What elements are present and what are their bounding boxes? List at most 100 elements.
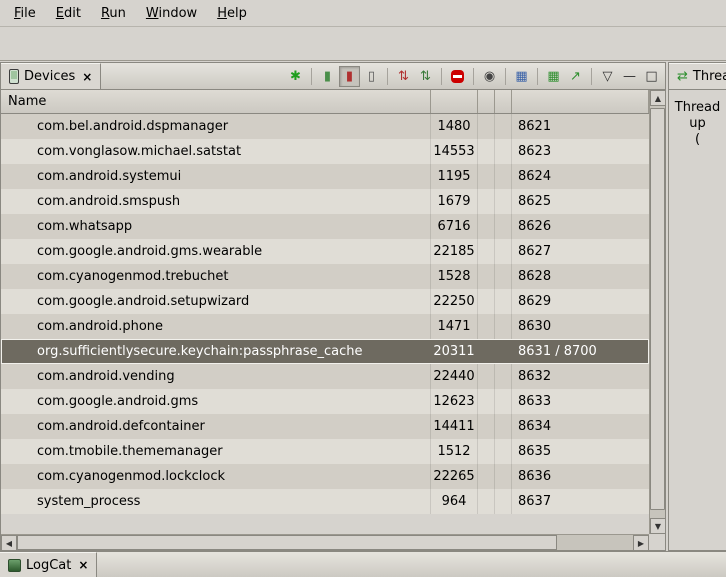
- table-row[interactable]: org.sufficientlysecure.keychain:passphra…: [1, 339, 649, 364]
- table-row[interactable]: system_process9648637: [1, 489, 649, 514]
- menu-help[interactable]: Help: [207, 2, 257, 25]
- process-pid: 964: [431, 489, 478, 514]
- horizontal-scrollbar[interactable]: ◀ ▶: [1, 534, 649, 550]
- horizontal-scroll-thumb[interactable]: [17, 535, 557, 550]
- scrollbar-corner: [649, 534, 665, 550]
- menu-window[interactable]: Window: [136, 2, 207, 25]
- process-name: com.cyanogenmod.trebuchet: [1, 264, 431, 289]
- column-header[interactable]: Name: [1, 90, 431, 113]
- table-row[interactable]: com.tmobile.thememanager15128635: [1, 439, 649, 464]
- scroll-down-icon[interactable]: ▼: [650, 518, 666, 534]
- cell: [478, 389, 495, 414]
- cell: [495, 139, 512, 164]
- table-row[interactable]: com.android.systemui11958624: [1, 164, 649, 189]
- process-port: 8631 / 8700: [512, 340, 649, 363]
- cell: [478, 364, 495, 389]
- cell: [478, 139, 495, 164]
- column-header[interactable]: [512, 90, 649, 113]
- tab-devices[interactable]: Devices ×: [1, 63, 101, 89]
- minimize-icon[interactable]: —: [619, 66, 640, 87]
- toolbar-separator: [591, 68, 592, 85]
- table-row[interactable]: com.google.android.setupwizard222508629: [1, 289, 649, 314]
- process-port: 8626: [512, 214, 649, 239]
- vertical-scrollbar[interactable]: ▲ ▼: [649, 90, 665, 534]
- view-hierarchy-icon[interactable]: ▦: [511, 66, 532, 87]
- cell: [478, 114, 495, 139]
- toolbar-separator: [441, 68, 442, 85]
- process-name: com.android.vending: [1, 364, 431, 389]
- toolbar-separator: [387, 68, 388, 85]
- process-name: com.android.phone: [1, 314, 431, 339]
- process-pid: 12623: [431, 389, 478, 414]
- table-row[interactable]: com.android.smspush16798625: [1, 189, 649, 214]
- table-row[interactable]: com.cyanogenmod.lockclock222658636: [1, 464, 649, 489]
- table-row[interactable]: com.cyanogenmod.trebuchet15288628: [1, 264, 649, 289]
- view-menu-icon[interactable]: ▽: [597, 66, 618, 87]
- close-icon[interactable]: ×: [80, 70, 92, 84]
- scroll-right-icon[interactable]: ▶: [633, 535, 649, 551]
- process-port: 8634: [512, 414, 649, 439]
- device-table-body: com.bel.android.dspmanager14808621com.vo…: [1, 114, 649, 514]
- tab-threads[interactable]: ⇄ Threads: [669, 63, 726, 89]
- menu-edit[interactable]: Edit: [46, 2, 91, 25]
- cell: [478, 464, 495, 489]
- cell: [495, 289, 512, 314]
- process-pid: 1480: [431, 114, 478, 139]
- cell: [495, 164, 512, 189]
- devices-toolbar: ✱▮▮▯⇅⇅◉▦▦↗▽—□: [285, 63, 665, 89]
- process-pid: 22265: [431, 464, 478, 489]
- cell: [478, 164, 495, 189]
- process-name: com.google.android.setupwizard: [1, 289, 431, 314]
- cell: [478, 189, 495, 214]
- process-name: com.google.android.gms: [1, 389, 431, 414]
- cell: [495, 214, 512, 239]
- capture-trace-icon[interactable]: ▦: [543, 66, 564, 87]
- update-threads-icon[interactable]: ⇅: [393, 66, 414, 87]
- menu-run[interactable]: Run: [91, 2, 136, 25]
- devices-view: Devices × ✱▮▮▯⇅⇅◉▦▦↗▽—□ Name com.bel.and…: [0, 62, 666, 551]
- column-header[interactable]: [495, 90, 512, 113]
- network-stats-icon[interactable]: ↗: [565, 66, 586, 87]
- close-icon[interactable]: ×: [76, 558, 88, 572]
- column-header[interactable]: [431, 90, 478, 113]
- scroll-left-icon[interactable]: ◀: [1, 535, 17, 551]
- maximize-icon[interactable]: □: [641, 66, 662, 87]
- process-port: 8627: [512, 239, 649, 264]
- process-pid: 6716: [431, 214, 478, 239]
- cell: [495, 340, 512, 363]
- tab-logcat[interactable]: LogCat ×: [0, 552, 97, 577]
- table-row[interactable]: com.bel.android.dspmanager14808621: [1, 114, 649, 139]
- threads-message: Thread up (: [669, 100, 726, 148]
- process-port: 8629: [512, 289, 649, 314]
- stop-process-icon[interactable]: [447, 66, 468, 87]
- main-area: Devices × ✱▮▮▯⇅⇅◉▦▦↗▽—□ Name com.bel.and…: [0, 62, 726, 551]
- toolbar-separator: [311, 68, 312, 85]
- process-pid: 14553: [431, 139, 478, 164]
- table-row[interactable]: com.vonglasow.michael.satstat145538623: [1, 139, 649, 164]
- cell: [495, 489, 512, 514]
- device-icon: [9, 69, 19, 84]
- table-row[interactable]: com.android.phone14718630: [1, 314, 649, 339]
- table-row[interactable]: com.android.defcontainer144118634: [1, 414, 649, 439]
- vertical-scroll-thumb[interactable]: [650, 108, 665, 510]
- process-name: com.google.android.gms.wearable: [1, 239, 431, 264]
- debug-process-icon[interactable]: ✱: [285, 66, 306, 87]
- threads-view: ⇄ Threads Thread up (: [668, 62, 726, 551]
- table-row[interactable]: com.google.android.gms126238633: [1, 389, 649, 414]
- table-row[interactable]: com.android.vending224408632: [1, 364, 649, 389]
- table-row[interactable]: com.whatsapp67168626: [1, 214, 649, 239]
- update-heap-icon[interactable]: ▮: [317, 66, 338, 87]
- screen-capture-icon[interactable]: ◉: [479, 66, 500, 87]
- process-name: com.android.systemui: [1, 164, 431, 189]
- process-name: com.bel.android.dspmanager: [1, 114, 431, 139]
- dump-hprof-icon[interactable]: ▮: [339, 66, 360, 87]
- cause-gc-icon[interactable]: ▯: [361, 66, 382, 87]
- menu-file[interactable]: File: [4, 2, 46, 25]
- cell: [478, 264, 495, 289]
- column-header[interactable]: [478, 90, 495, 113]
- cell: [478, 340, 495, 363]
- method-profiling-icon[interactable]: ⇅: [415, 66, 436, 87]
- process-port: 8635: [512, 439, 649, 464]
- table-row[interactable]: com.google.android.gms.wearable221858627: [1, 239, 649, 264]
- scroll-up-icon[interactable]: ▲: [650, 90, 666, 106]
